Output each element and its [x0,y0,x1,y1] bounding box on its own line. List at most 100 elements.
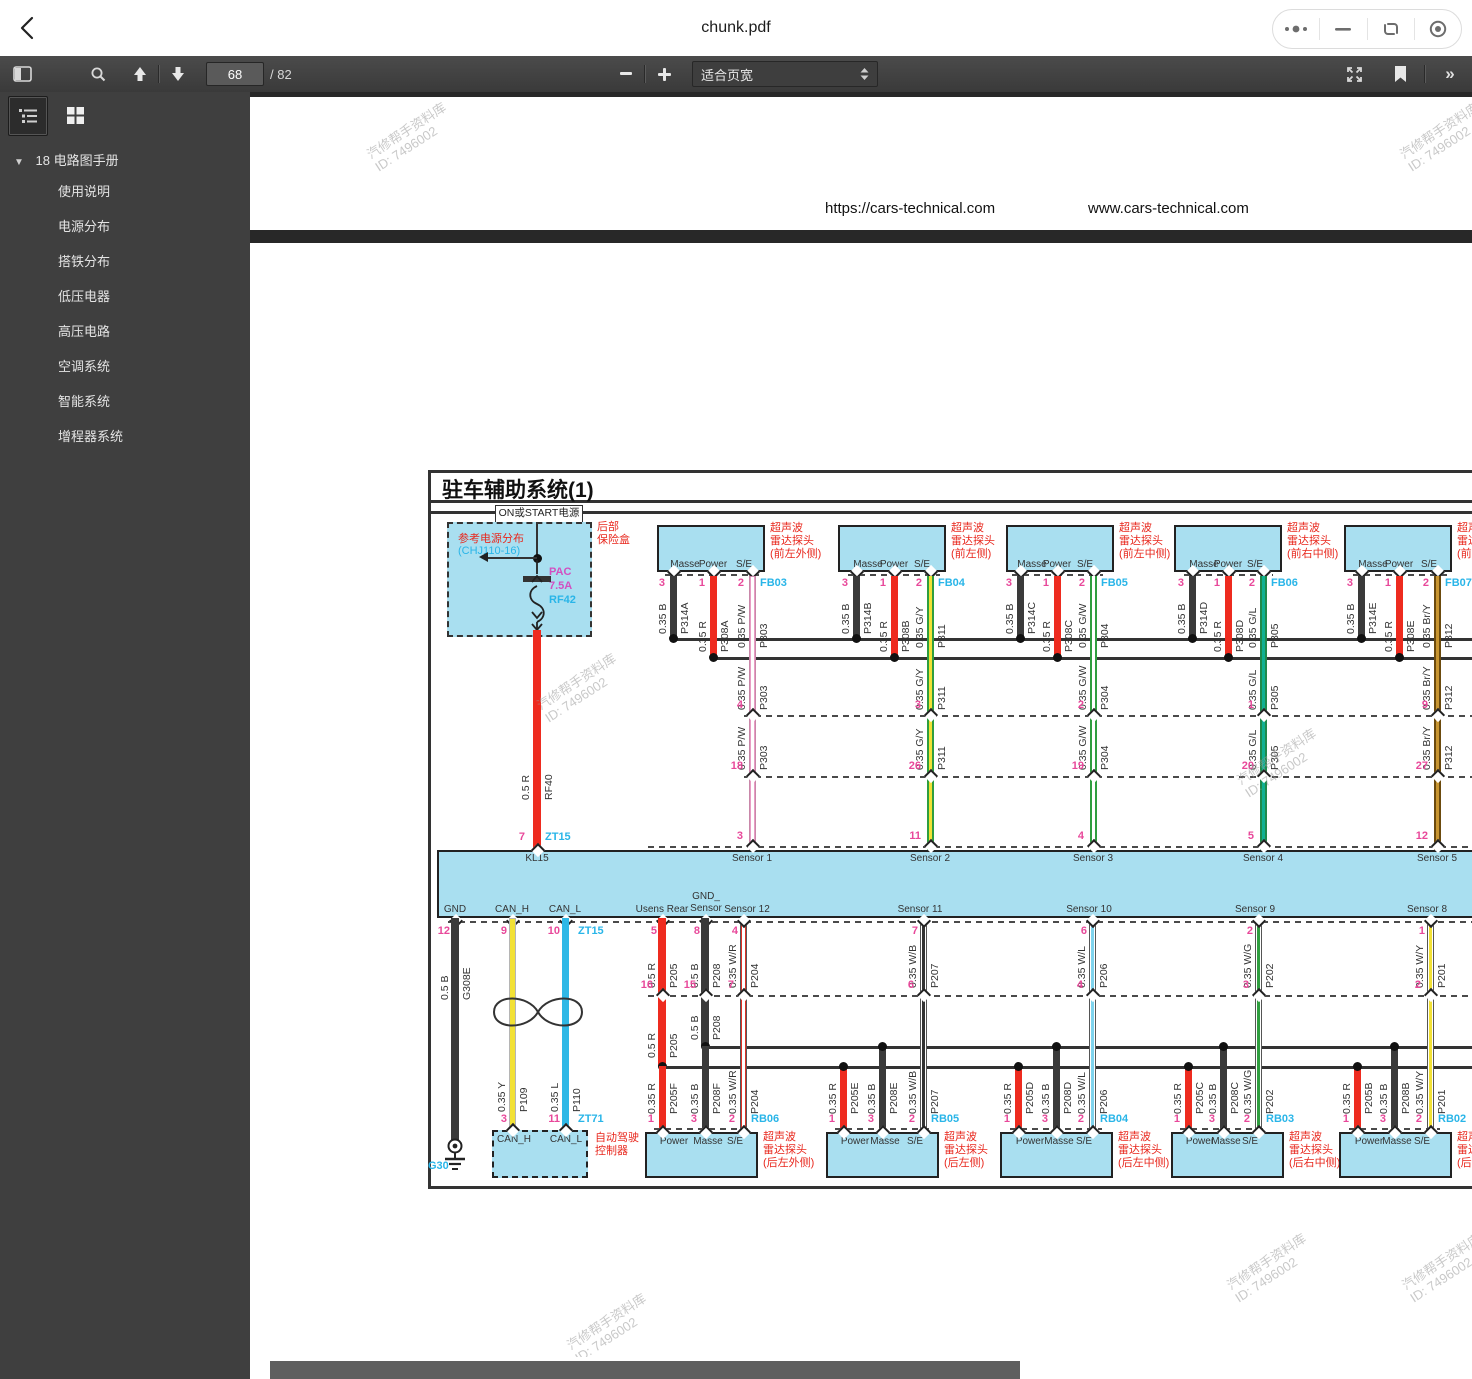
pin-name-label: Sensor 1 [732,853,772,864]
wire-label: P208 [711,1015,723,1040]
wire-label: 0.35 R [878,621,890,652]
wire-label: 0.5 B [439,975,451,1000]
pin-number: 15 [680,979,696,992]
wire-label: P305 [1269,685,1281,710]
dashed-connector-line [744,715,1472,717]
wire-label: P208D [1062,1082,1074,1114]
wire-label: P205 [668,1033,680,1058]
pin-name-label: Masse [1044,1136,1073,1147]
wire-label: 0.35 R [1172,1083,1184,1114]
zoom-mode-label: 适合页宽 [701,65,753,84]
outline-root-item[interactable]: ▼ 18 电路图手册 [0,142,250,173]
pin-number: 2 [719,1113,735,1126]
wire [1054,576,1061,657]
wire-label: P304 [1099,745,1111,770]
more-tools-icon[interactable]: » [1436,61,1464,87]
junction-dot [1390,1042,1399,1051]
ecu-box [437,850,1472,918]
pin-number: 1 [689,577,705,590]
pin-number: 4 [722,925,738,938]
dashed-connector-line [648,846,1472,848]
outline-item[interactable]: 空调系统 [0,348,250,383]
outline-item[interactable]: 低压电器 [0,278,250,313]
arrow-left-icon [479,552,488,562]
pin-number: 3 [905,699,921,712]
outline-item[interactable]: 电源分布 [0,208,250,243]
wire [1015,1066,1022,1130]
outline-item[interactable]: 智能系统 [0,383,250,418]
component-desc-label: (前左中侧) [1119,548,1170,561]
fullscreen-icon[interactable] [1340,61,1368,87]
zoom-in-icon[interactable] [650,61,678,87]
wire-label: 0.35 W/L [1076,1072,1088,1114]
junction-dot [1014,1062,1023,1071]
outline-item[interactable]: 增程器系统 [0,418,250,453]
dashed-connector-line [744,776,1472,778]
pin-number: 7 [902,925,918,938]
wire [1185,1066,1192,1130]
component-desc-label: 超声波 [1457,1131,1472,1144]
caret-down-icon: ▼ [14,157,24,168]
pin-number: 2 [1413,577,1429,590]
wire [670,576,677,638]
wire-label: 0.35 P/W [736,605,748,648]
record-circle-icon[interactable] [1415,10,1461,48]
sidebar-toggle-icon[interactable] [8,61,36,87]
wire-label: P204 [749,1089,761,1114]
more-dots-icon[interactable] [1273,10,1319,48]
minimize-icon[interactable] [1320,10,1366,48]
component-desc-label: (后左外侧) [763,1157,814,1170]
wire-label: P308C [1063,620,1075,652]
zoom-mode-select[interactable]: 适合页宽 [692,61,878,87]
component-desc-label: 超声波 [951,522,984,535]
junction-dot [709,653,718,662]
previous-page-icon[interactable] [126,61,154,87]
bus-line [662,1066,1472,1069]
pin-number: 10 [544,925,560,938]
restore-window-icon[interactable] [1368,10,1414,48]
wire-label: P308B [900,620,912,652]
twisted-pair-icon [490,990,586,1039]
wire-label: P314C [1026,602,1038,634]
wire-label: RF40 [543,774,555,800]
outline-item[interactable]: 使用说明 [0,173,250,208]
outline-item[interactable]: 搭铁分布 [0,243,250,278]
wire-label: 0.35 B [840,604,852,634]
wire-label: 0.35 B [657,604,669,634]
pin-number: 9 [491,925,507,938]
dashed-connector-line [448,921,1472,923]
connector-label: ZT15 [578,925,638,938]
component-desc-label: 超声波 [944,1131,977,1144]
junction-dot [890,653,899,662]
wire-label: 0.35 B [689,1084,701,1114]
diagonal-watermark: 汽修帮手资料库ID: 7496002 [1224,1231,1317,1306]
wire [1354,1066,1361,1130]
component-desc-label: (前右中侧) [1287,548,1338,561]
wire-label: P205 [668,963,680,988]
pin-number: 26 [905,760,921,773]
outline-view-icon[interactable] [8,96,48,136]
sidebar-view-buttons [0,92,250,138]
wire-label: 0.35 W/G [1242,1070,1254,1114]
wire-label: P208B [1400,1082,1412,1114]
search-icon[interactable] [84,61,112,87]
zoom-out-icon[interactable] [612,61,640,87]
junction-dot [878,1042,887,1051]
page-number-input[interactable] [206,62,264,86]
wire-label: 0.35 W/R [727,1070,739,1114]
next-page-icon[interactable] [164,61,192,87]
bus-line [428,470,1472,473]
pin-number: 16 [637,979,653,992]
wire-label: P208E [888,1082,900,1114]
junction-dot [852,634,861,643]
bookmark-icon[interactable] [1386,61,1414,87]
wire-label: P202 [1264,963,1276,988]
pin-number: 7 [509,831,525,844]
pin-number: 3 [491,1113,507,1126]
component-desc-label: (后右外侧) [1457,1157,1472,1170]
pin-number: 3 [1199,1113,1215,1126]
outline-item[interactable]: 高压电路 [0,313,250,348]
pin-number: 1 [1238,699,1254,712]
wire-label: 0.35 B [1207,1084,1219,1114]
thumbnails-view-icon[interactable] [56,96,94,134]
